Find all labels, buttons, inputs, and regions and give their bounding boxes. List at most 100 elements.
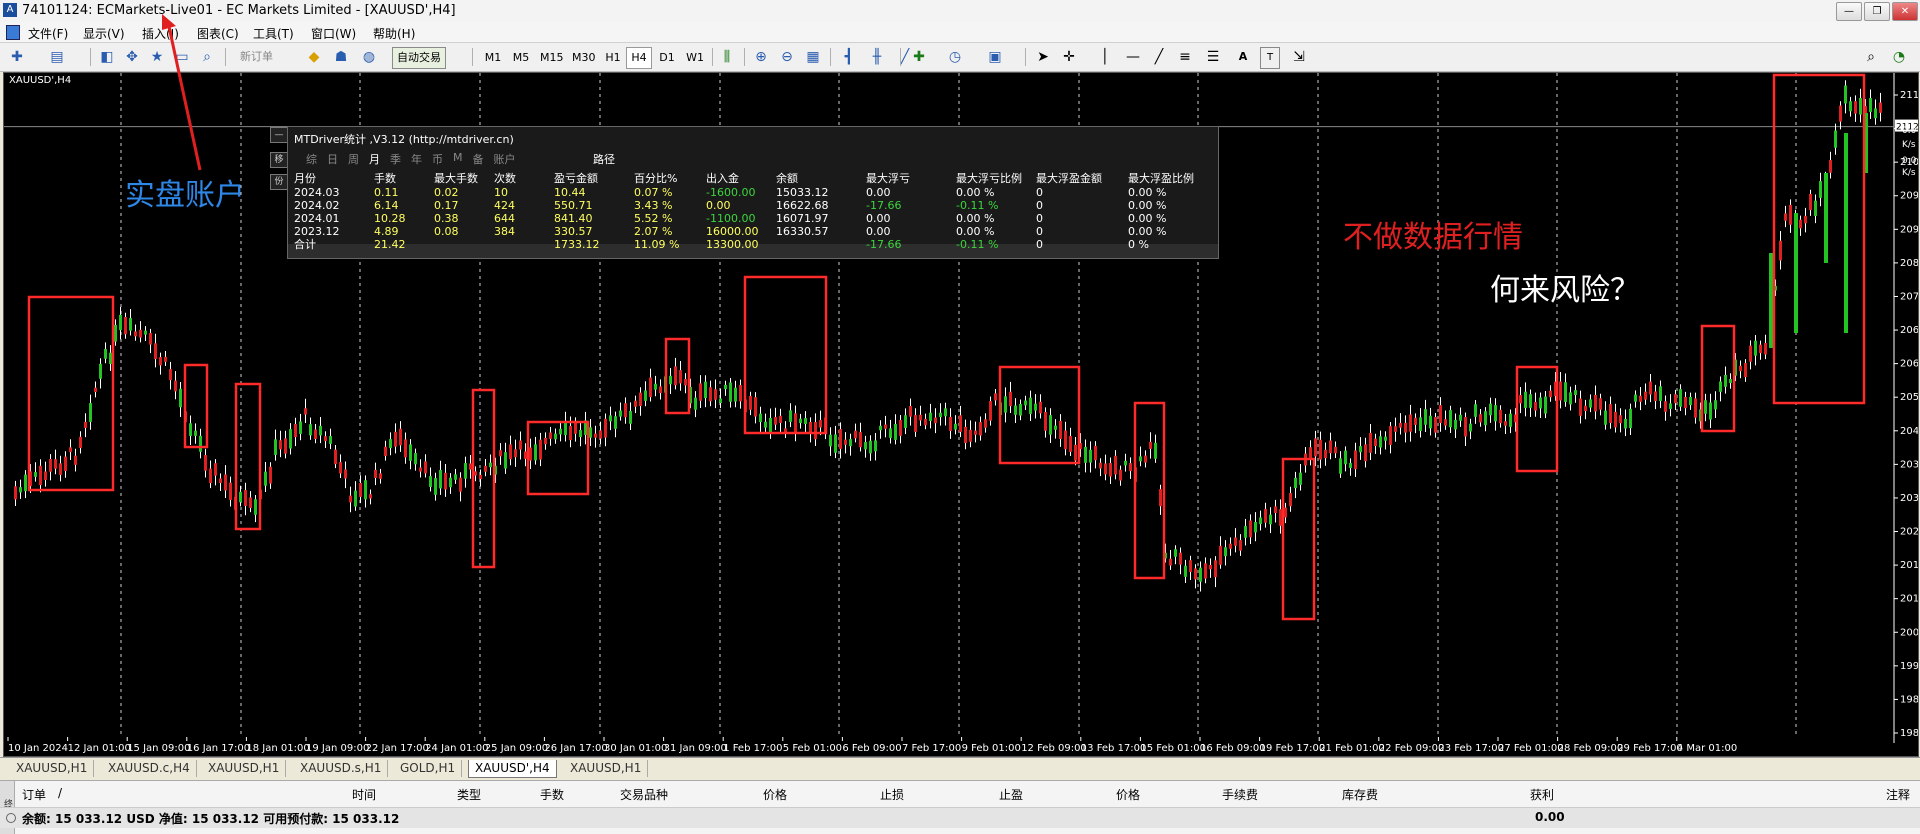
candle-bull: [409, 444, 412, 461]
col-time[interactable]: 时间: [352, 786, 376, 803]
chart-tab[interactable]: GOLD,H1: [394, 760, 463, 777]
metaeditor-icon[interactable]: ◆: [305, 47, 323, 67]
timeframe-w1[interactable]: W1: [682, 47, 708, 69]
crosshair-icon[interactable]: ✛: [1060, 47, 1078, 67]
stats-tab-all[interactable]: 综: [306, 151, 317, 167]
timeframe-d1[interactable]: D1: [654, 47, 680, 69]
stats-tab-week[interactable]: 周: [348, 151, 359, 167]
candle-bear: [599, 430, 602, 439]
chart-tab[interactable]: XAUUSD.c,H4: [102, 760, 197, 777]
stats-row: 2023.12 4.89 0.08 384 330.57 2.07 % 16000.00 16…: [294, 225, 1194, 238]
col-commission[interactable]: 手续费: [1222, 786, 1258, 803]
arrows-icon[interactable]: ⇲: [1290, 47, 1308, 67]
zoom-out-icon[interactable]: ⊖: [778, 47, 796, 67]
col-order[interactable]: 订单: [22, 786, 46, 803]
stats-cell: 0.00: [866, 186, 891, 199]
panel-move-button[interactable]: 移: [270, 152, 288, 168]
candle-bear: [204, 455, 207, 471]
col-current-price[interactable]: 价格: [1116, 786, 1140, 803]
menu-window[interactable]: 窗口(W): [311, 25, 356, 42]
toolbar-search-icon[interactable]: ⌕: [1862, 47, 1880, 67]
zoom-in-icon[interactable]: ⊕: [752, 47, 770, 67]
minimize-button[interactable]: —: [1836, 2, 1862, 21]
timeframe-h4[interactable]: H4: [626, 47, 652, 69]
maximize-button[interactable]: ❐: [1864, 2, 1890, 21]
text-label-icon[interactable]: T: [1260, 47, 1280, 69]
templates-icon[interactable]: ▣: [986, 47, 1004, 67]
vertical-line-icon[interactable]: │: [1096, 47, 1114, 67]
stats-tab-account[interactable]: 账户: [494, 151, 516, 167]
timeframe-m5[interactable]: M5: [508, 47, 534, 69]
stats-tab-note[interactable]: 备: [473, 151, 484, 167]
auto-trading-button[interactable]: 自动交易: [392, 47, 446, 69]
fibonacci-icon[interactable]: ☰: [1204, 47, 1222, 67]
col-volume[interactable]: 手数: [540, 786, 564, 803]
stats-cell: [434, 238, 494, 251]
data-window-icon[interactable]: ✥: [123, 47, 141, 67]
profiles-icon[interactable]: ▤: [48, 47, 66, 67]
toolbar-chat-icon[interactable]: ◔: [1890, 47, 1908, 67]
col-swap[interactable]: 库存费: [1342, 786, 1378, 803]
stats-tab-month[interactable]: 月: [369, 151, 380, 167]
candle-bull: [434, 478, 437, 495]
stats-tab-quarter[interactable]: 季: [390, 151, 401, 167]
stats-cell: 0: [1036, 238, 1043, 251]
menu-file[interactable]: 文件(F): [28, 25, 68, 42]
chart-tab[interactable]: XAUUSD,H1: [10, 760, 95, 777]
stats-tab-currency[interactable]: 币: [432, 151, 443, 167]
menu-view[interactable]: 显示(V): [83, 25, 125, 42]
candle-bear: [79, 436, 82, 449]
candle-bear: [49, 459, 52, 472]
panel-month-button[interactable]: 份: [270, 174, 288, 190]
toolbar-separator: [744, 48, 745, 66]
candle-bull: [614, 416, 617, 429]
candlestick-icon[interactable]: ╫: [868, 47, 886, 67]
clock-icon[interactable]: ◷: [946, 47, 964, 67]
horizontal-line-icon[interactable]: —: [1124, 47, 1142, 67]
close-button[interactable]: ✕: [1892, 2, 1918, 21]
stats-path-button[interactable]: 路径: [593, 151, 615, 167]
chart-tab[interactable]: XAUUSD,H1: [564, 760, 649, 777]
bar-chart-icon[interactable]: ┫: [840, 47, 858, 67]
timeframe-m1[interactable]: M1: [480, 47, 506, 69]
indicators-icon[interactable]: ✚: [910, 47, 928, 67]
col-sort[interactable]: /: [58, 786, 62, 800]
timeframe-m15[interactable]: M15: [536, 47, 568, 69]
text-tool-icon[interactable]: A: [1234, 47, 1252, 67]
chart-tab-active[interactable]: XAUUSD',H4: [468, 760, 557, 778]
stats-cell: 10.44: [554, 186, 586, 199]
menu-tools[interactable]: 工具(T): [253, 25, 294, 42]
stats-tab-day[interactable]: 日: [327, 151, 338, 167]
candle-bear: [509, 444, 512, 460]
market-watch-icon[interactable]: ◧: [98, 47, 116, 67]
col-symbol[interactable]: 交易品种: [620, 786, 668, 803]
timeframe-h1[interactable]: H1: [600, 47, 626, 69]
col-comment[interactable]: 注释: [1886, 786, 1910, 803]
tile-windows-icon[interactable]: ▦: [804, 47, 822, 67]
new-chart-icon[interactable]: ✚: [8, 47, 26, 67]
globe-icon[interactable]: ◍: [360, 47, 378, 67]
channel-icon[interactable]: ≡: [1176, 47, 1194, 67]
col-type[interactable]: 类型: [457, 786, 481, 803]
col-profit[interactable]: 获利: [1530, 786, 1554, 803]
candle-bear: [1674, 394, 1677, 404]
col-sl[interactable]: 止损: [880, 786, 904, 803]
stats-tab-year[interactable]: 年: [411, 151, 422, 167]
chart-tab[interactable]: XAUUSD,H1: [202, 760, 287, 777]
chart-tab[interactable]: XAUUSD.s,H1: [294, 760, 389, 777]
menu-help[interactable]: 帮助(H): [373, 25, 415, 42]
candle-bear: [1109, 463, 1112, 477]
account-icon[interactable]: ☗: [332, 47, 350, 67]
col-price[interactable]: 价格: [763, 786, 787, 803]
timeframe-m30[interactable]: M30: [568, 47, 600, 69]
panel-collapse-button[interactable]: —: [270, 127, 288, 143]
trendline-icon[interactable]: ╱: [1150, 47, 1168, 67]
col-tp[interactable]: 止盈: [999, 786, 1023, 803]
new-order-button[interactable]: 新订单: [240, 47, 273, 67]
terminal-panel: 终端 订单 / 时间 类型 手数 交易品种 价格 止损 止盈 价格 手续费 库存…: [0, 780, 1920, 834]
stats-tab-magic[interactable]: M: [453, 151, 463, 167]
period-separators-icon[interactable]: ⫼: [718, 47, 736, 67]
candle-bull: [504, 452, 507, 469]
candle-bear: [1619, 415, 1622, 424]
cursor-icon[interactable]: ➤: [1034, 47, 1052, 67]
